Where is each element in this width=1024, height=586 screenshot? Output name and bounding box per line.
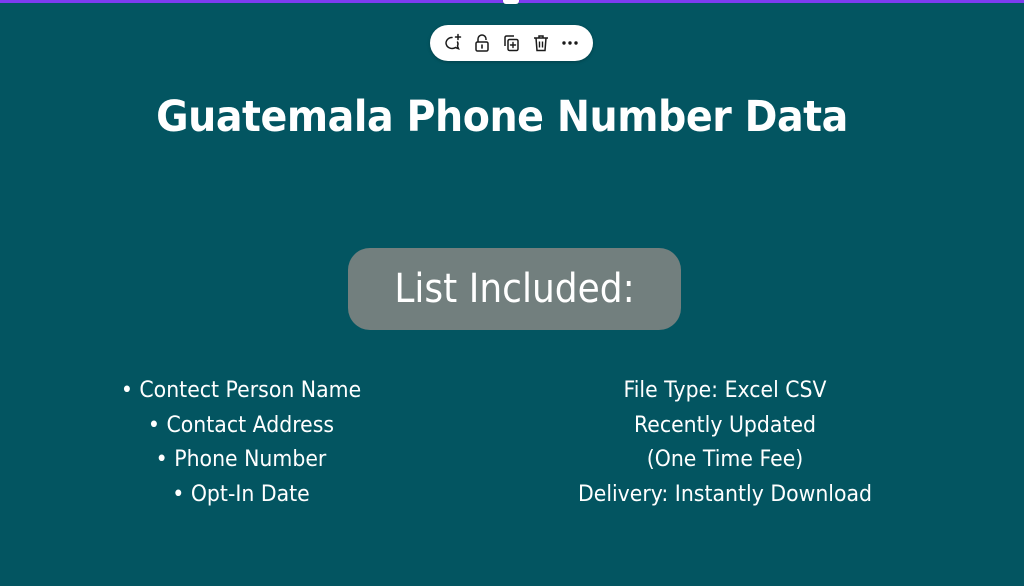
delete-button[interactable]	[528, 30, 554, 56]
add-comment-button[interactable]	[440, 30, 466, 56]
included-fields-list: • Contect Person Name • Contact Address …	[60, 374, 422, 512]
lock-button[interactable]	[469, 30, 495, 56]
element-toolbar	[430, 25, 593, 61]
page-title: Guatemala Phone Number Data	[156, 92, 848, 142]
list-item: • Phone Number	[155, 447, 327, 472]
list-item: File Type: Excel CSV	[623, 378, 827, 403]
duplicate-button[interactable]	[498, 30, 524, 56]
resize-handle[interactable]	[503, 0, 519, 4]
comment-plus-icon	[444, 33, 461, 51]
list-included-badge: List Included:	[348, 248, 681, 330]
duplicate-icon	[504, 35, 520, 52]
list-included-label: List Included:	[394, 266, 635, 312]
trash-icon	[533, 35, 548, 52]
list-item: • Contact Address	[147, 412, 335, 438]
list-item: • Contect Person Name	[120, 378, 362, 403]
list-item: Delivery: Instantly Download	[577, 481, 873, 507]
unlock-icon	[475, 34, 489, 52]
more-button[interactable]	[557, 30, 583, 56]
list-item: • Opt-In Date	[172, 481, 310, 507]
list-item: Recently Updated	[633, 412, 817, 438]
file-info-list: File Type: Excel CSV Recently Updated (O…	[520, 374, 930, 512]
more-icon	[562, 41, 578, 45]
list-item: (One Time Fee)	[646, 447, 804, 472]
